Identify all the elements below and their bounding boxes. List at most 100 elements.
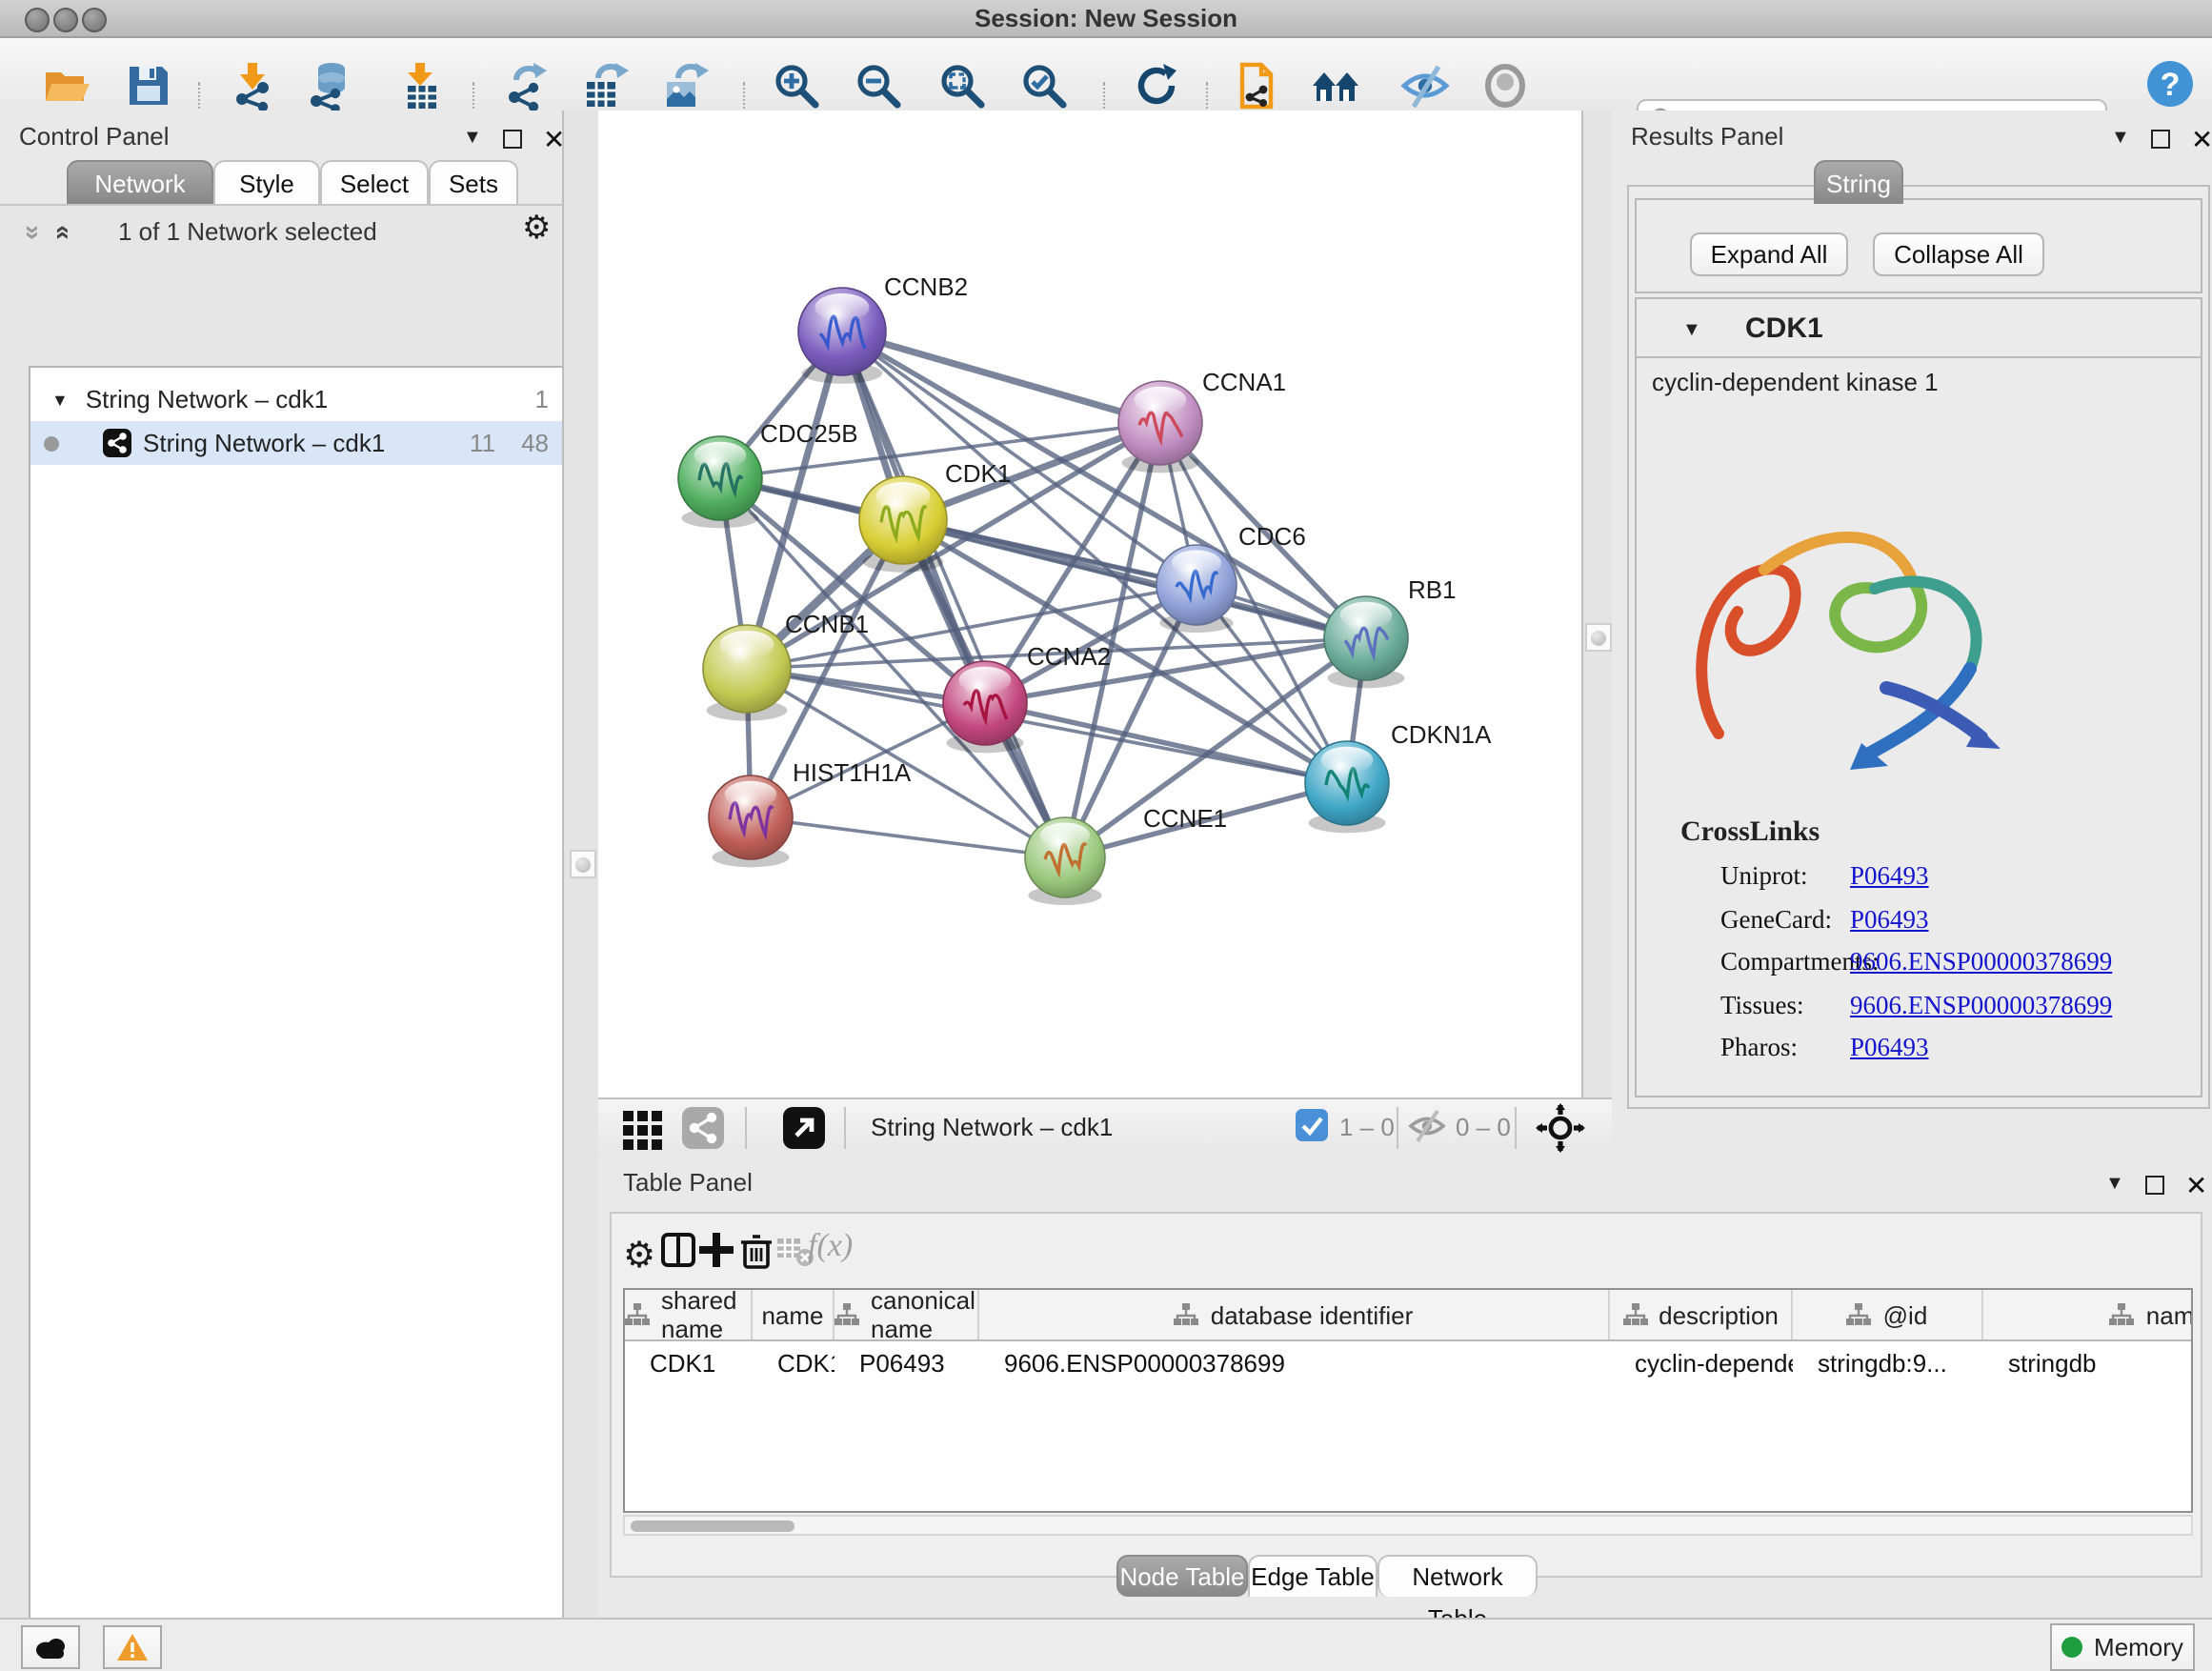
collapse-all-icon[interactable]: »	[19, 225, 50, 240]
crosslink-link[interactable]: P06493	[1850, 904, 1929, 935]
network-options-gear-icon[interactable]: ⚙	[522, 210, 552, 248]
control-panel-float-icon[interactable]	[503, 130, 522, 149]
hide-selected-eye-icon[interactable]	[1400, 61, 1450, 111]
expand-all-icon[interactable]: «	[50, 225, 80, 240]
share-document-icon[interactable]	[1235, 61, 1284, 111]
table-panel-float-icon[interactable]	[2145, 1176, 2164, 1195]
toolbar-separator	[844, 1107, 846, 1149]
export-image-icon[interactable]	[659, 61, 709, 111]
column-header-label: namespace	[2146, 1300, 2193, 1329]
grid-view-icon[interactable]	[617, 1103, 667, 1153]
table-columns-icon[interactable]	[657, 1229, 699, 1271]
table-cell[interactable]: CDK1	[753, 1341, 835, 1385]
tab-network-table[interactable]: Network Table	[1377, 1555, 1538, 1597]
tab-node-table[interactable]: Node Table	[1116, 1555, 1248, 1597]
birds-eye-crosshair-icon[interactable]	[1536, 1103, 1585, 1153]
results-panel-collapse-icon[interactable]: ▼	[2111, 130, 2130, 149]
export-network-icon[interactable]	[501, 61, 551, 111]
import-table-file-icon[interactable]	[396, 61, 446, 111]
export-table-icon[interactable]	[579, 61, 629, 111]
tab-edge-table[interactable]: Edge Table	[1248, 1555, 1377, 1597]
table-cell[interactable]: cyclin-dependent ...	[1610, 1341, 1793, 1385]
tab-style[interactable]: Style	[213, 160, 320, 204]
collapse-all-button[interactable]: Collapse All	[1873, 232, 2044, 276]
collection-expand-icon[interactable]: ▼	[51, 390, 69, 409]
tab-sets[interactable]: Sets	[429, 160, 518, 204]
column-header-label: canonical name	[871, 1290, 977, 1339]
splitter-handle[interactable]	[570, 850, 596, 878]
column-header-namespace[interactable]: namespace	[1983, 1290, 2193, 1339]
hierarchy-icon	[1175, 1303, 1199, 1326]
minimize-window-button[interactable]	[53, 8, 78, 32]
control-panel-splitter[interactable]	[562, 111, 602, 1618]
protein-header-row[interactable]: ▼ CDK1	[1637, 301, 2201, 358]
network-canvas[interactable]: CCNB2CCNA1CDC25BCDK1CDC6RB1CCNB1CCNA2CDK…	[598, 111, 1581, 1097]
tab-select[interactable]: Select	[320, 160, 429, 204]
zoom-in-icon[interactable]	[772, 61, 821, 111]
network-row-selected[interactable]: String Network – cdk1 11 48	[30, 421, 564, 465]
column-header-description[interactable]: description	[1610, 1290, 1793, 1339]
table-cell[interactable]: stringdb:9...	[1793, 1341, 1983, 1385]
table-row[interactable]: CDK1CDK1P064939606.ENSP00000378699cyclin…	[625, 1341, 2191, 1385]
results-panel-float-icon[interactable]	[2151, 130, 2170, 149]
string-network-graph[interactable]: CCNB2CCNA1CDC25BCDK1CDC6RB1CCNB1CCNA2CDK…	[598, 111, 1581, 1097]
results-panel-close-icon[interactable]: ✕	[2191, 128, 2212, 151]
cloud-icon	[33, 1635, 68, 1660]
table-panel-close-icon[interactable]: ✕	[2185, 1174, 2207, 1197]
toolbar-separator	[1515, 1107, 1517, 1149]
zoom-out-icon[interactable]	[854, 61, 903, 111]
open-in-new-window-icon[interactable]	[779, 1103, 829, 1153]
table-cell[interactable]: 9606.ENSP00000378699	[979, 1341, 1610, 1385]
crosslink-link[interactable]: P06493	[1850, 861, 1929, 892]
tab-network[interactable]: Network	[67, 160, 213, 204]
tab-string[interactable]: String	[1814, 160, 1903, 204]
crosslink-row: Uniprot:P06493	[1637, 861, 2201, 904]
import-network-file-icon[interactable]	[229, 61, 278, 111]
zoom-window-button[interactable]	[82, 8, 107, 32]
selected-checkbox-icon[interactable]	[1296, 1109, 1328, 1141]
memory-button[interactable]: Memory	[2050, 1623, 2195, 1671]
crosslink-link[interactable]: P06493	[1850, 1033, 1929, 1063]
protein-description: cyclin-dependent kinase 1	[1652, 368, 1939, 396]
crosslink-link[interactable]: 9606.ENSP00000378699	[1850, 947, 2112, 977]
close-window-button[interactable]	[25, 8, 50, 32]
splitter-handle[interactable]	[1585, 623, 1612, 652]
delete-column-trash-icon[interactable]	[735, 1229, 777, 1271]
refresh-view-icon[interactable]	[1132, 61, 1181, 111]
hierarchy-icon	[835, 1303, 859, 1326]
protein-collapse-icon[interactable]: ▼	[1682, 320, 1701, 341]
network-collection-row[interactable]: ▼ String Network – cdk1 1	[30, 377, 564, 421]
column-header-name[interactable]: name	[753, 1290, 835, 1339]
expand-all-button[interactable]: Expand All	[1690, 232, 1848, 276]
column-header-canonical-name[interactable]: canonical name	[835, 1290, 979, 1339]
share-view-icon[interactable]	[678, 1103, 728, 1153]
table-panel-collapse-icon[interactable]: ▼	[2105, 1176, 2124, 1195]
table-cell[interactable]: P06493	[835, 1341, 979, 1385]
network-overview-icon[interactable]	[1311, 61, 1360, 111]
crosslink-link[interactable]: 9606.ENSP00000378699	[1850, 990, 2112, 1020]
cloud-button[interactable]	[21, 1625, 80, 1669]
network-label: String Network – cdk1	[143, 429, 385, 457]
zoom-fit-icon[interactable]	[937, 61, 987, 111]
column-header-database-identifier[interactable]: database identifier	[979, 1290, 1610, 1339]
open-session-icon[interactable]	[42, 61, 91, 111]
table-header-row: shared namename canonical namedatabase id…	[625, 1290, 2191, 1341]
column-header--id[interactable]: @id	[1793, 1290, 1983, 1339]
table-cell[interactable]: stringdb	[1983, 1341, 2193, 1385]
results-panel-splitter[interactable]	[1581, 111, 1616, 1097]
table-cell[interactable]: CDK1	[625, 1341, 753, 1385]
add-column-icon[interactable]	[695, 1229, 737, 1271]
help-icon[interactable]: ?	[2145, 59, 2195, 109]
table-horizontal-scrollbar[interactable]	[623, 1515, 2193, 1536]
control-panel-collapse-icon[interactable]: ▼	[463, 130, 482, 149]
import-network-database-icon[interactable]	[305, 61, 354, 111]
crosslink-label: Tissues:	[1720, 990, 1804, 1020]
crosslink-row: GeneCard:P06493	[1637, 904, 2201, 947]
zoom-selected-icon[interactable]	[1019, 61, 1069, 111]
save-session-icon[interactable]	[124, 61, 173, 111]
column-header-shared-name[interactable]: shared name	[625, 1290, 753, 1339]
protein-structure-image	[1680, 505, 2027, 783]
scrollbar-thumb[interactable]	[631, 1520, 794, 1531]
warning-button[interactable]	[103, 1625, 162, 1669]
show-all-eye-icon[interactable]	[1480, 61, 1530, 111]
